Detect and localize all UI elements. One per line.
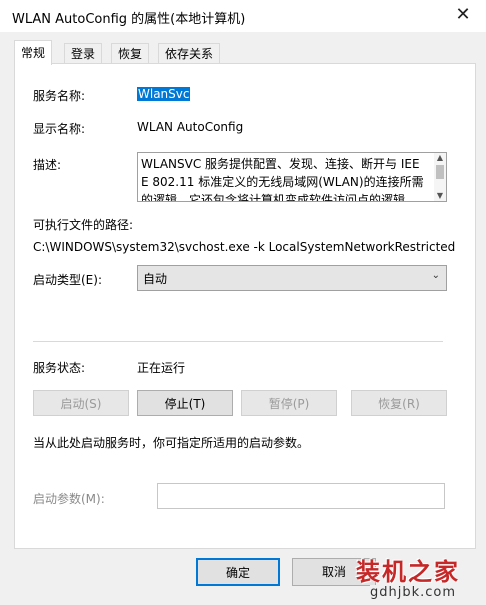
tab-dependencies[interactable]: 依存关系 <box>158 43 221 64</box>
service-properties-dialog: WLAN AutoConfig 的属性(本地计算机) ✕ 常规 登录 恢复 依存… <box>0 0 486 605</box>
scroll-down-arrow-icon[interactable]: ▼ <box>434 191 446 201</box>
service-status-value: 正在运行 <box>137 361 186 375</box>
tab-logon[interactable]: 登录 <box>64 43 103 64</box>
window-title: WLAN AutoConfig 的属性(本地计算机) <box>12 12 246 27</box>
start-params-input[interactable] <box>157 483 445 509</box>
tab-recovery[interactable]: 恢复 <box>111 43 150 64</box>
executable-path-value[interactable]: C:\WINDOWS\system32\svchost.exe -k Local… <box>33 240 455 254</box>
chevron-down-icon: ⌄ <box>431 270 440 281</box>
section-divider <box>33 341 443 342</box>
service-name-label: 服务名称: <box>33 89 86 103</box>
general-tab-panel: 服务名称: WlanSvc 显示名称: WLAN AutoConfig 描述: … <box>14 63 476 549</box>
pause-button[interactable]: 暂停(P) <box>241 390 337 416</box>
start-button[interactable]: 启动(S) <box>33 390 129 416</box>
description-text: WLANSVC 服务提供配置、发现、连接、断开与 IEEE 802.11 标准定… <box>141 157 424 202</box>
startup-type-label: 启动类型(E): <box>33 273 102 287</box>
ok-button[interactable]: 确定 <box>196 558 280 586</box>
title-bar[interactable]: WLAN AutoConfig 的属性(本地计算机) ✕ <box>0 0 486 32</box>
site-watermark: 装机之家 gdhjbk.com <box>354 548 486 605</box>
stop-button[interactable]: 停止(T) <box>137 390 233 416</box>
resume-button[interactable]: 恢复(R) <box>351 390 447 416</box>
start-params-label: 启动参数(M): <box>33 492 105 506</box>
watermark-url: gdhjbk.com <box>370 585 457 600</box>
description-label: 描述: <box>33 158 62 172</box>
service-status-label: 服务状态: <box>33 361 86 375</box>
startup-type-select[interactable]: 自动 ⌄ <box>137 265 447 291</box>
display-name-value[interactable]: WLAN AutoConfig <box>137 120 243 134</box>
executable-path-label: 可执行文件的路径: <box>33 218 134 232</box>
service-name-selected-text[interactable]: WlanSvc <box>137 87 191 101</box>
close-icon[interactable]: ✕ <box>452 4 474 26</box>
watermark-title: 装机之家 <box>356 558 460 586</box>
startup-type-selected-value: 自动 <box>143 272 168 286</box>
display-name-label: 显示名称: <box>33 122 86 136</box>
scroll-up-arrow-icon[interactable]: ▲ <box>434 153 446 163</box>
start-params-hint: 当从此处启动服务时，你可指定所适用的启动参数。 <box>33 436 310 450</box>
scroll-thumb[interactable] <box>436 165 444 179</box>
service-name-value[interactable]: WlanSvc <box>137 87 191 101</box>
tab-general[interactable]: 常规 <box>14 40 53 65</box>
description-textbox[interactable]: WLANSVC 服务提供配置、发现、连接、断开与 IEEE 802.11 标准定… <box>137 152 447 202</box>
description-scrollbar[interactable]: ▲ ▼ <box>434 153 446 201</box>
